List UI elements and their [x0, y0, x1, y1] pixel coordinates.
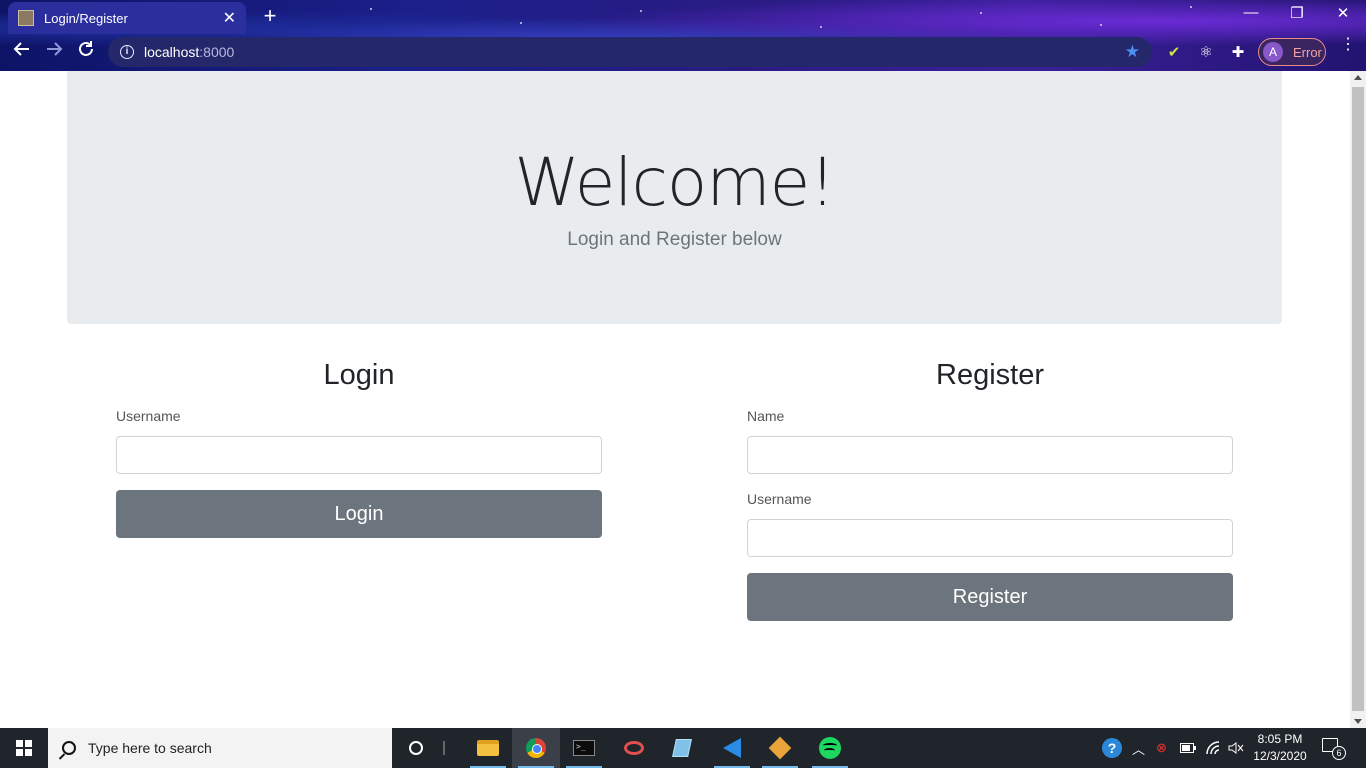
login-heading: Login — [323, 359, 395, 391]
volume-muted-icon — [1228, 742, 1244, 754]
taskbar-clock[interactable]: 8:05 PM 12/3/2020 — [1248, 731, 1312, 765]
login-button[interactable]: Login — [116, 490, 602, 538]
taskbar-terminal[interactable]: >_ — [560, 728, 608, 768]
taskbar-chrome[interactable] — [512, 728, 560, 768]
cortana-icon — [409, 741, 423, 755]
browser-toolbar: i localhost:8000 ★ ✔ ⚛ ✚ A Error ⋮ — [0, 34, 1366, 71]
clock-date: 12/3/2020 — [1253, 749, 1307, 763]
task-view-icon — [443, 741, 445, 755]
action-center-button[interactable]: 6 — [1322, 738, 1346, 760]
taskbar-spotify[interactable] — [806, 728, 854, 768]
clock-time: 8:05 PM — [1257, 732, 1303, 746]
task-view-button[interactable] — [424, 728, 464, 768]
windows-taskbar: Type here to search >_ ? ︿ ⊗ 8:05 PM 12/… — [0, 728, 1366, 768]
back-arrow-icon — [13, 42, 29, 56]
site-info-icon[interactable]: i — [120, 45, 134, 59]
browser-tab[interactable]: Login/Register ✕ — [8, 2, 246, 34]
register-form: Register Name Username Register — [747, 356, 1233, 621]
browser-menu-icon[interactable]: ⋮ — [1340, 37, 1356, 53]
git-icon — [768, 736, 792, 760]
back-button[interactable] — [9, 40, 35, 66]
help-icon: ? — [1102, 738, 1122, 758]
profile-button[interactable]: A Error — [1258, 38, 1326, 66]
login-form: Login Username Login — [116, 356, 602, 538]
page-scrollbar[interactable] — [1350, 71, 1366, 728]
scroll-up-icon[interactable] — [1354, 75, 1362, 80]
vscode-icon — [723, 738, 741, 758]
restore-button[interactable]: ❐ — [1282, 4, 1312, 22]
battery-button[interactable] — [1180, 728, 1196, 768]
close-window-button[interactable]: ✕ — [1328, 4, 1358, 22]
browser-chrome: Login/Register ✕ + — ❐ ✕ i localhost:800… — [0, 0, 1366, 71]
scroll-down-icon[interactable] — [1354, 719, 1362, 724]
forward-arrow-icon — [47, 42, 63, 56]
forward-button[interactable] — [41, 40, 67, 66]
tray-app-button[interactable]: ⊗ — [1156, 728, 1167, 768]
register-button[interactable]: Register — [747, 573, 1233, 621]
profile-avatar: A — [1263, 42, 1283, 62]
scroll-thumb[interactable] — [1352, 87, 1364, 711]
chevron-up-icon: ︿ — [1132, 741, 1146, 757]
taskbar-notepad[interactable] — [658, 728, 706, 768]
notepad-icon — [672, 739, 692, 757]
taskbar-search[interactable]: Type here to search — [48, 728, 392, 768]
bookmark-star-icon[interactable]: ★ — [1125, 42, 1140, 62]
reload-icon — [79, 41, 93, 56]
taskbar-git[interactable] — [756, 728, 804, 768]
address-bar[interactable]: i localhost:8000 ★ — [108, 37, 1152, 67]
search-icon — [62, 741, 76, 755]
extension-vue-icon[interactable]: ✔ — [1164, 43, 1184, 63]
register-name-label: Name — [747, 408, 785, 424]
taskbar-snipping-tool[interactable] — [610, 728, 658, 768]
spotify-icon — [819, 737, 841, 759]
folder-icon — [477, 740, 499, 756]
login-username-label: Username — [116, 408, 181, 424]
help-tray-button[interactable]: ? — [1102, 728, 1122, 768]
tab-close-icon[interactable]: ✕ — [223, 8, 236, 28]
tab-favicon-icon — [18, 10, 34, 26]
reload-button[interactable] — [73, 40, 99, 66]
extension-react-icon[interactable]: ⚛ — [1196, 43, 1216, 63]
taskbar-file-explorer[interactable] — [464, 728, 512, 768]
jumbotron: Welcome! Login and Register below — [67, 71, 1282, 324]
register-username-label: Username — [747, 491, 812, 507]
page-content: Welcome! Login and Register below Login … — [0, 71, 1350, 728]
taskbar-vscode[interactable] — [708, 728, 756, 768]
notification-count-badge: 6 — [1332, 746, 1346, 760]
terminal-icon: >_ — [573, 740, 595, 756]
profile-status: Error — [1293, 44, 1322, 60]
chrome-icon — [526, 738, 546, 758]
show-hidden-icons-button[interactable]: ︿ — [1132, 728, 1145, 768]
battery-icon — [1180, 743, 1196, 753]
url-host: localhost — [144, 44, 200, 60]
register-heading: Register — [936, 359, 1044, 391]
login-username-input[interactable] — [116, 436, 602, 474]
tray-error-icon: ⊗ — [1156, 740, 1167, 755]
register-name-input[interactable] — [747, 436, 1233, 474]
url-port: :8000 — [199, 44, 235, 60]
windows-logo-icon — [16, 740, 32, 756]
start-button[interactable] — [0, 728, 48, 768]
welcome-subtitle: Login and Register below — [567, 229, 782, 250]
new-tab-button[interactable]: + — [258, 5, 282, 29]
snipping-tool-icon — [624, 741, 644, 755]
wifi-button[interactable] — [1206, 728, 1222, 768]
wifi-icon — [1206, 741, 1220, 755]
register-username-input[interactable] — [747, 519, 1233, 557]
search-placeholder: Type here to search — [88, 740, 212, 756]
volume-button[interactable] — [1228, 728, 1244, 768]
minimize-button[interactable]: — — [1236, 4, 1266, 21]
extensions-puzzle-icon[interactable]: ✚ — [1228, 43, 1248, 63]
welcome-title: Welcome! — [514, 144, 835, 221]
tab-title: Login/Register — [44, 10, 128, 26]
